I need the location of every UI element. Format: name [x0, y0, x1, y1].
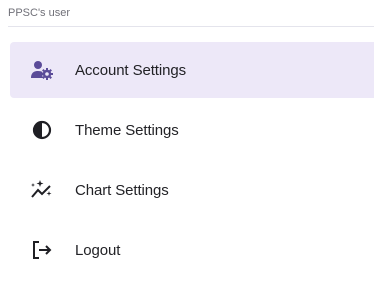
menu-item-account-settings[interactable]: Account Settings — [10, 42, 374, 98]
contrast-icon — [30, 118, 54, 142]
menu-item-label: Account Settings — [75, 61, 186, 79]
user-label: PPSC's user — [8, 7, 71, 19]
menu-item-chart-settings[interactable]: Chart Settings — [10, 162, 374, 218]
settings-menu: Account Settings Theme Settings Chart Se… — [10, 42, 374, 282]
menu-item-logout[interactable]: Logout — [10, 222, 374, 278]
sparkle-chart-icon — [30, 178, 54, 202]
logout-icon — [30, 238, 54, 262]
menu-item-label: Chart Settings — [75, 181, 169, 199]
user-header: PPSC's user — [8, 6, 374, 27]
menu-item-label: Theme Settings — [75, 121, 179, 139]
menu-item-label: Logout — [75, 241, 121, 259]
menu-item-theme-settings[interactable]: Theme Settings — [10, 102, 374, 158]
account-settings-icon — [30, 58, 54, 82]
